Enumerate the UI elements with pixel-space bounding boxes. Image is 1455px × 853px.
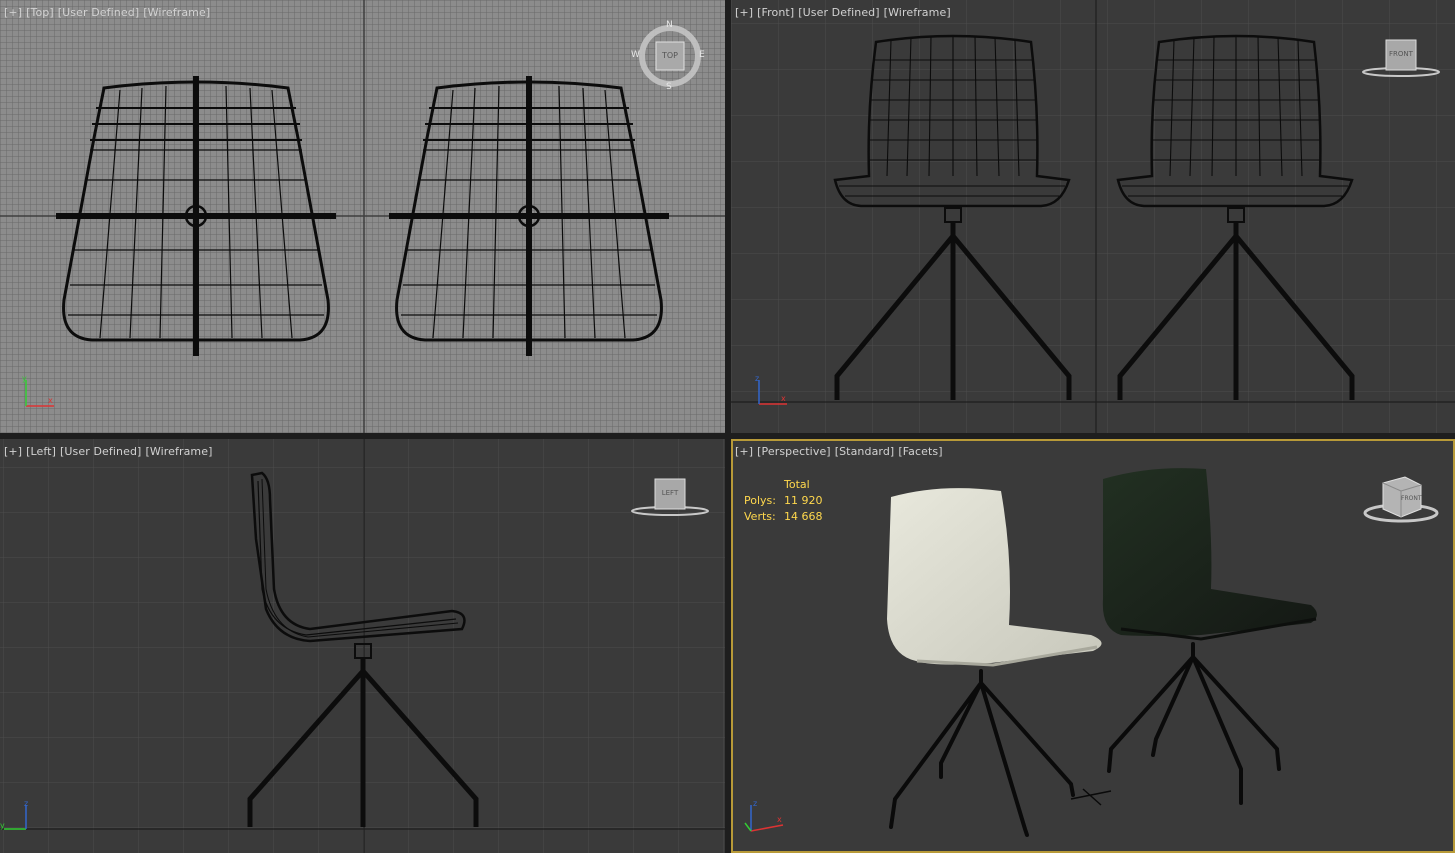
viewport-top[interactable]: [+] [Top] [User Defined] [Wireframe] TOP N … [0, 0, 725, 433]
display-mode-menu[interactable]: [Wireframe] [145, 445, 212, 458]
viewport-menu-plus[interactable]: [+] [4, 6, 22, 19]
shading-menu[interactable]: [User Defined] [60, 445, 141, 458]
compass-south-label: S [666, 82, 672, 92]
viewport-left-label[interactable]: [+] [Left] [User Defined] [Wireframe] [4, 445, 217, 458]
viewcube-shape [631, 478, 709, 516]
axis-tripod: x z [743, 799, 793, 839]
shading-menu[interactable]: [User Defined] [798, 6, 879, 19]
viewport-front-label[interactable]: [+] [Front] [User Defined] [Wireframe] [735, 6, 955, 19]
stats-header: Total [784, 478, 810, 491]
front-wireframe-view [731, 0, 1455, 433]
polys-label: Polys: [744, 494, 776, 507]
viewport-perspective[interactable]: [+] [Perspective] [Standard] [Facets] Total… [731, 439, 1455, 853]
axis-x-label: x [781, 394, 786, 403]
scene-statistics: Total Polys: 11 920 Verts: 14 668 [744, 477, 823, 525]
verts-label: Verts: [744, 510, 776, 523]
shading-menu[interactable]: [User Defined] [58, 6, 139, 19]
viewport-perspective-label[interactable]: [+] [Perspective] [Standard] [Facets] [735, 445, 947, 458]
viewport-top-label[interactable]: [+] [Top] [User Defined] [Wireframe] [4, 6, 214, 19]
top-wireframe-view [0, 0, 725, 433]
viewcube-face-label[interactable]: FRONT [1401, 495, 1422, 502]
view-name-menu[interactable]: [Front] [757, 6, 794, 19]
view-name-menu[interactable]: [Perspective] [757, 445, 831, 458]
polys-count: 11 920 [784, 494, 823, 507]
display-mode-menu[interactable]: [Wireframe] [143, 6, 210, 19]
viewport-front[interactable]: [+] [Front] [User Defined] [Wireframe] FRON… [731, 0, 1455, 433]
viewport-left[interactable]: [+] [Left] [User Defined] [Wireframe] LEFT … [0, 439, 725, 853]
axis-tripod: y z [0, 799, 44, 839]
viewcube-face-label[interactable]: LEFT [655, 489, 685, 497]
left-wireframe-view [0, 439, 725, 853]
display-mode-menu[interactable]: [Wireframe] [884, 6, 951, 19]
shading-menu[interactable]: [Standard] [835, 445, 895, 458]
axis-tripod: x z [751, 374, 795, 414]
axis-tripod: x y [18, 374, 62, 414]
viewport-menu-plus[interactable]: [+] [735, 445, 753, 458]
viewcube-left[interactable]: LEFT [630, 477, 710, 519]
compass-west-label: W [631, 50, 640, 60]
viewcube-perspective[interactable]: FRONT [1361, 473, 1441, 525]
chair-white-3d [887, 488, 1112, 837]
axis-z-label: z [755, 374, 760, 383]
perspective-shaded-view [887, 468, 1317, 837]
axis-y-label: y [0, 821, 5, 830]
compass-east-label: E [699, 50, 705, 60]
viewcube-compass-top[interactable]: TOP N S E W [631, 20, 706, 92]
viewcube-front[interactable]: FRONT [1361, 38, 1441, 80]
viewport-menu-plus[interactable]: [+] [4, 445, 22, 458]
viewcube-face-label[interactable]: TOP [656, 51, 684, 60]
viewcube-shape [1362, 39, 1440, 77]
compass-north-label: N [666, 20, 673, 30]
viewcube-face-label[interactable]: FRONT [1386, 50, 1416, 58]
viewport-menu-plus[interactable]: [+] [735, 6, 753, 19]
display-mode-menu[interactable]: [Facets] [898, 445, 942, 458]
axis-y-label: y [22, 374, 27, 383]
axis-z-label: z [753, 799, 758, 808]
view-name-menu[interactable]: [Left] [26, 445, 56, 458]
verts-count: 14 668 [784, 510, 823, 523]
view-name-menu[interactable]: [Top] [26, 6, 54, 19]
axis-z-label: z [24, 799, 29, 808]
chair-dark-3d [1102, 468, 1317, 805]
axis-x-label: x [48, 396, 53, 405]
axis-x-label: x [777, 815, 782, 824]
